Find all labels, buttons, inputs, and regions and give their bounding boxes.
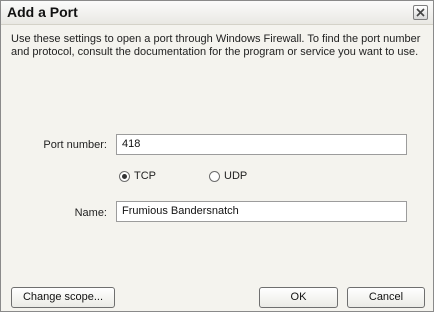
radio-tcp-button[interactable] xyxy=(119,170,130,182)
cancel-button[interactable]: Cancel xyxy=(347,287,425,308)
dialog-title: Add a Port xyxy=(7,4,78,20)
radio-tcp-label: TCP xyxy=(134,170,156,182)
change-scope-button[interactable]: Change scope... xyxy=(11,287,115,308)
add-port-dialog: Add a Port Use these settings to open a … xyxy=(0,0,434,312)
name-field[interactable]: Frumious Bandersnatch xyxy=(116,201,407,222)
close-icon xyxy=(416,8,425,17)
radio-udp[interactable]: UDP xyxy=(209,170,247,182)
radio-tcp[interactable]: TCP xyxy=(119,170,156,182)
name-label: Name: xyxy=(74,207,107,219)
port-number-label: Port number: xyxy=(43,139,107,151)
close-button[interactable] xyxy=(413,5,428,20)
radio-udp-button[interactable] xyxy=(209,170,220,182)
ok-button[interactable]: OK xyxy=(259,287,338,308)
port-number-field[interactable]: 418 xyxy=(116,134,407,155)
title-bar: Add a Port xyxy=(1,1,433,25)
radio-udp-label: UDP xyxy=(224,170,248,182)
dialog-description: Use these settings to open a port throug… xyxy=(11,33,421,58)
radio-selected-dot xyxy=(122,173,127,179)
